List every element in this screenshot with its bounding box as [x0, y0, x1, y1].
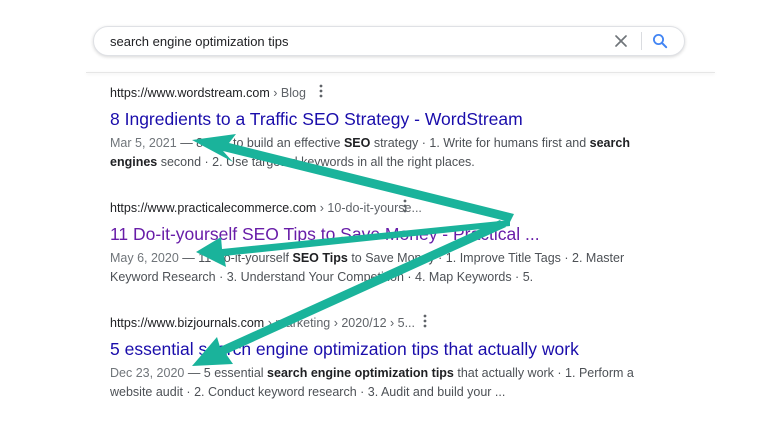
snippet-line: website audit · 2. Conduct keyword resea… — [110, 383, 630, 402]
result-title-link[interactable]: 5 essential search engine optimization t… — [110, 338, 630, 360]
snippet-text: that actually work · 1. Perform a — [453, 366, 634, 380]
result-snippet: May 6, 2020 — 11 Do-it-yourself SEO Tips… — [110, 249, 630, 287]
search-result: https://www.practicalecommerce.com › 10-… — [110, 199, 630, 287]
result-breadcrumb: › marketing › 2020/12 › 5... — [264, 316, 415, 330]
close-icon[interactable] — [614, 34, 628, 48]
snippet-line: May 6, 2020 — 11 Do-it-yourself SEO Tips… — [110, 249, 630, 268]
result-domain: https://www.bizjournals.com — [110, 316, 265, 330]
result-snippet: Mar 5, 2021 — 8 Tips to build an effecti… — [110, 134, 630, 172]
magnifier-icon[interactable] — [652, 33, 668, 49]
result-url[interactable]: https://www.wordstream.com › Blog — [110, 85, 630, 101]
snippet-highlight: engines — [110, 155, 158, 169]
result-url[interactable]: https://www.bizjournals.com › marketing … — [110, 315, 630, 331]
snippet-highlight: search engine optimization tips — [267, 366, 454, 380]
result-date: Mar 5, 2021 — [110, 136, 177, 150]
snippet-line: engines second · 2. Use targeted keyword… — [110, 153, 630, 172]
search-input[interactable] — [110, 27, 590, 55]
snippet-text: strategy · 1. Write for humans first and — [370, 136, 590, 150]
result-breadcrumb: › Blog — [269, 86, 306, 100]
result-domain: https://www.practicalecommerce.com — [110, 201, 317, 215]
snippet-text: — 5 essential — [184, 366, 268, 380]
result-snippet: Dec 23, 2020 — 5 essential search engine… — [110, 364, 634, 402]
snippet-line: Dec 23, 2020 — 5 essential search engine… — [110, 364, 634, 383]
snippet-line: Keyword Research · 3. Understand Your Co… — [110, 268, 630, 287]
header-divider — [86, 72, 715, 73]
snippet-text: — 8 Tips to build an effective — [176, 136, 344, 150]
result-title-link[interactable]: 8 Ingredients to a Traffic SEO Strategy … — [110, 108, 630, 130]
snippet-text: to Save Money · 1. Improve Title Tags · … — [347, 251, 625, 265]
snippet-line: Mar 5, 2021 — 8 Tips to build an effecti… — [110, 134, 630, 153]
result-domain: https://www.wordstream.com — [110, 86, 270, 100]
vertical-dots-icon[interactable] — [402, 199, 408, 213]
search-result: https://www.bizjournals.com › marketing … — [110, 314, 634, 402]
vertical-dots-icon[interactable] — [318, 84, 324, 98]
search-bar — [93, 26, 685, 56]
result-title-link[interactable]: 11 Do-it-yourself SEO Tips to Save Money… — [110, 223, 630, 245]
snippet-text: second · 2. Use targeted keywords in all… — [157, 155, 475, 169]
result-date: May 6, 2020 — [110, 251, 179, 265]
result-url[interactable]: https://www.practicalecommerce.com › 10-… — [110, 200, 630, 216]
snippet-text: Keyword Research · 3. Understand Your Co… — [110, 270, 534, 284]
search-result: https://www.wordstream.com › Blog 8 Ingre… — [110, 84, 630, 172]
snippet-highlight: SEO Tips — [292, 251, 348, 265]
snippet-highlight: SEO — [343, 136, 371, 150]
snippet-text: website audit · 2. Conduct keyword resea… — [110, 385, 506, 399]
snippet-highlight: search — [589, 136, 630, 150]
snippet-text: — 11 Do-it-yourself — [178, 251, 293, 265]
result-date: Dec 23, 2020 — [110, 366, 185, 380]
search-divider — [641, 32, 642, 50]
vertical-dots-icon[interactable] — [422, 314, 428, 328]
